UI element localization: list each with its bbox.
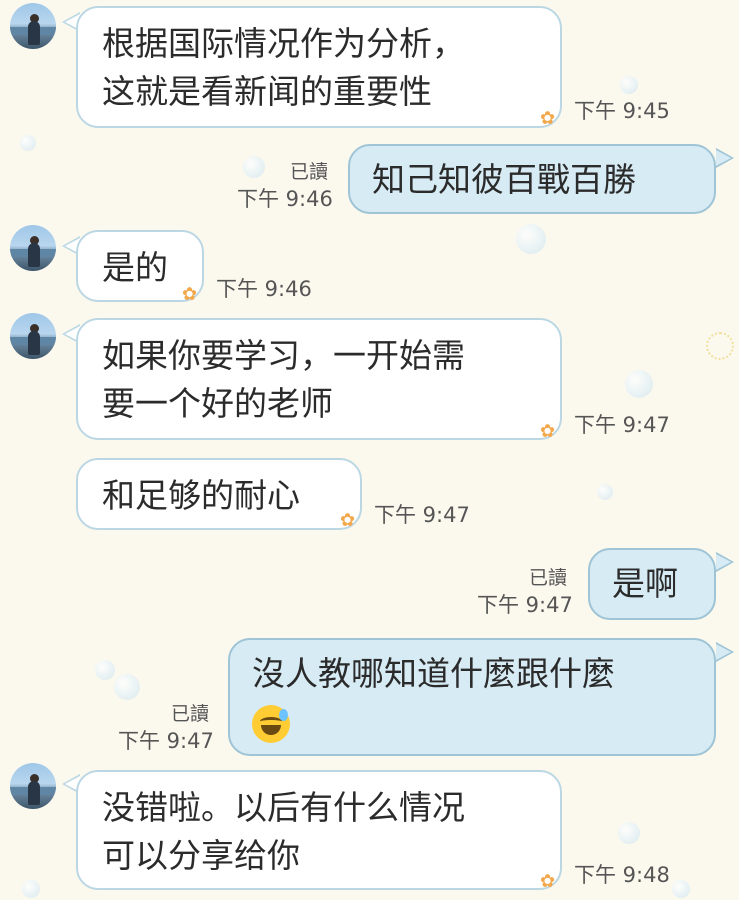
bubble-tail	[716, 642, 734, 662]
bubble-tail	[716, 552, 734, 572]
message-line: 要一个好的老师	[102, 384, 333, 423]
flower-icon: ✿	[182, 284, 198, 305]
message-bubble-outgoing[interactable]: 沒人教哪知道什麼跟什麼	[228, 638, 716, 756]
message-line: 是啊	[612, 564, 678, 603]
avatar[interactable]	[10, 225, 56, 271]
grinning-sweat-emoji-icon	[252, 704, 290, 743]
flower-icon: ✿	[540, 421, 556, 442]
avatar[interactable]	[10, 3, 56, 49]
avatar[interactable]	[10, 763, 56, 809]
message-bubble-incoming[interactable]: 根据国际情况作为分析， 这就是看新闻的重要性	[76, 6, 562, 128]
message-time: 下午 9:46	[216, 277, 312, 301]
message-time: 下午 9:47	[374, 503, 470, 527]
message-bubble-outgoing[interactable]: 是啊	[588, 548, 716, 620]
message-time: 下午 9:45	[574, 99, 670, 123]
read-status: 已讀	[529, 567, 568, 589]
message-line: 和足够的耐心	[102, 476, 300, 515]
message-time: 下午 9:48	[574, 863, 670, 887]
message-line: 没错啦。以后有什么情况	[102, 788, 465, 827]
message-bubble-incoming[interactable]: 如果你要学习，一开始需 要一个好的老师	[76, 318, 562, 440]
flower-icon: ✿	[540, 108, 556, 129]
message-line: 根据国际情况作为分析，	[102, 24, 465, 63]
message-line: 是的	[102, 248, 168, 287]
message-time: 下午 9:46	[237, 187, 333, 211]
message-line: 如果你要学习，一开始需	[102, 336, 465, 375]
message-time: 下午 9:47	[574, 413, 670, 437]
message-bubble-incoming[interactable]: 和足够的耐心	[76, 458, 362, 530]
message-time: 下午 9:47	[118, 729, 214, 753]
read-status: 已讀	[171, 703, 210, 725]
avatar[interactable]	[10, 313, 56, 359]
message-line: 知己知彼百戰百勝	[372, 160, 636, 199]
flower-icon: ✿	[340, 510, 356, 531]
message-bubble-outgoing[interactable]: 知己知彼百戰百勝	[348, 144, 716, 214]
flower-icon: ✿	[540, 871, 556, 892]
message-time: 下午 9:47	[477, 593, 573, 617]
message-line: 沒人教哪知道什麼跟什麼	[252, 654, 615, 693]
message-bubble-incoming[interactable]: 没错啦。以后有什么情况 可以分享给你	[76, 770, 562, 890]
bubble-tail	[716, 148, 734, 168]
message-line: 可以分享给你	[102, 836, 300, 875]
read-status: 已讀	[290, 161, 329, 183]
message-line: 这就是看新闻的重要性	[102, 72, 432, 111]
